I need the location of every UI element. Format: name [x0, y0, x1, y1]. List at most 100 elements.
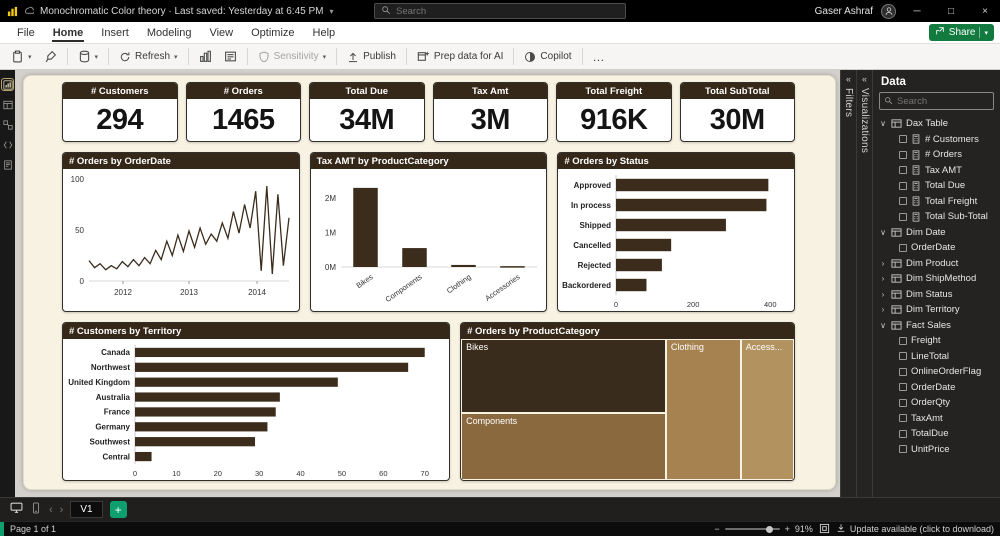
menu-modeling[interactable]: Modeling [138, 22, 201, 43]
table-row[interactable]: ∨ Dim Date [873, 225, 1000, 241]
field-row[interactable]: OrderQty [873, 395, 1000, 411]
previous-page-arrow[interactable]: ‹ [49, 504, 53, 516]
menu-view[interactable]: View [200, 22, 242, 43]
field-row[interactable]: Tax AMT [873, 163, 1000, 179]
share-chevron-icon[interactable]: ▾ [984, 29, 988, 37]
format-painter-button[interactable] [39, 47, 62, 66]
field-row[interactable]: Freight [873, 333, 1000, 349]
table-row[interactable]: › Dim Status [873, 287, 1000, 303]
field-row[interactable]: OnlineOrderFlag [873, 364, 1000, 380]
mobile-layout-icon[interactable] [30, 501, 42, 519]
fields-search-box[interactable] [879, 92, 994, 110]
table-view-icon[interactable] [2, 99, 13, 110]
paste-button[interactable]: ▾ [6, 47, 37, 66]
field-checkbox[interactable] [899, 398, 907, 407]
field-checkbox[interactable] [899, 197, 907, 206]
treemap-tile[interactable]: Components [461, 413, 666, 480]
zoom-in-button[interactable]: + [785, 524, 790, 534]
table-row[interactable]: › Dim Territory [873, 302, 1000, 318]
field-row[interactable]: OrderDate [873, 240, 1000, 256]
field-checkbox[interactable] [899, 352, 907, 361]
table-row[interactable]: ∨ Dax Table [873, 116, 1000, 132]
field-row[interactable]: OrderDate [873, 380, 1000, 396]
field-row[interactable]: LineTotal [873, 349, 1000, 365]
chevron-down-icon[interactable]: ∨ [879, 321, 887, 330]
filters-pane-collapsed[interactable]: « Filters [840, 70, 856, 497]
field-row[interactable]: Total Freight [873, 194, 1000, 210]
visual-orders-by-category-treemap[interactable]: # Orders by ProductCategory Bikes Compone… [460, 322, 795, 481]
publish-button[interactable]: Publish [342, 48, 401, 66]
menu-insert[interactable]: Insert [92, 22, 138, 43]
kpi-card-total-due[interactable]: Total Due 34M [309, 82, 425, 142]
field-checkbox[interactable] [899, 243, 907, 252]
fields-search-input[interactable] [897, 95, 989, 107]
text-box-button[interactable] [219, 47, 242, 66]
share-button[interactable]: Share ▾ [928, 24, 994, 41]
field-row[interactable]: TotalDue [873, 426, 1000, 442]
treemap-tile[interactable]: Access... [740, 339, 794, 480]
field-checkbox[interactable] [899, 414, 907, 423]
page-tab-v1[interactable]: V1 [70, 501, 103, 518]
new-page-button[interactable]: + [109, 501, 127, 518]
zoom-out-button[interactable]: − [714, 524, 719, 534]
kpi-card-orders[interactable]: # Orders 1465 [185, 82, 301, 142]
kpi-card-customers[interactable]: # Customers 294 [62, 82, 178, 142]
menu-file[interactable]: File [8, 22, 44, 43]
title-chevron-icon[interactable]: ▾ [329, 7, 333, 16]
field-row[interactable]: # Customers [873, 132, 1000, 148]
global-search-input[interactable] [396, 5, 619, 17]
dax-query-view-icon[interactable] [2, 139, 13, 150]
chevron-right-icon[interactable]: › [879, 259, 887, 268]
model-view-icon[interactable] [2, 119, 13, 130]
field-row[interactable]: # Orders [873, 147, 1000, 163]
field-row[interactable]: Total Due [873, 178, 1000, 194]
zoom-slider[interactable] [724, 525, 780, 533]
field-checkbox[interactable] [899, 429, 907, 438]
minimize-button[interactable]: ─ [904, 0, 930, 22]
field-row[interactable]: TaxAmt [873, 411, 1000, 427]
table-row[interactable]: › Dim Product [873, 256, 1000, 272]
visualizations-pane-collapsed[interactable]: « Visualizations [856, 70, 872, 497]
table-row[interactable]: ∨ Fact Sales [873, 318, 1000, 334]
visual-customers-by-territory[interactable]: # Customers by Territory Canada Northwest… [62, 322, 451, 481]
visual-orders-by-orderdate[interactable]: # Orders by OrderDate 0 50 100 2012 2013 2014 [62, 152, 300, 312]
next-page-arrow[interactable]: › [60, 504, 64, 516]
copilot-button[interactable]: Copilot [519, 48, 576, 66]
field-checkbox[interactable] [899, 383, 907, 392]
field-checkbox[interactable] [899, 135, 907, 144]
get-data-button[interactable]: ▾ [73, 47, 104, 66]
field-checkbox[interactable] [899, 150, 907, 159]
report-canvas[interactable]: # Customers 294 # Orders 1465 Total Due … [23, 75, 836, 490]
kpi-card-total-freight[interactable]: Total Freight 916K [556, 82, 672, 142]
update-available-link[interactable]: Update available (click to download) [836, 523, 994, 535]
field-row[interactable]: UnitPrice [873, 442, 1000, 458]
report-view-icon[interactable] [1, 78, 14, 91]
prep-data-ai-button[interactable]: Prep data for AI [412, 47, 509, 66]
visual-orders-by-status[interactable]: # Orders by Status Approved In process Shi… [557, 152, 796, 312]
menu-help[interactable]: Help [304, 22, 345, 43]
refresh-button[interactable]: Refresh ▾ [114, 48, 183, 66]
table-row[interactable]: › Dim ShipMethod [873, 271, 1000, 287]
close-button[interactable]: × [972, 0, 998, 22]
chevron-right-icon[interactable]: › [879, 290, 887, 299]
maximize-button[interactable]: □ [938, 0, 964, 22]
field-row[interactable]: Total Sub-Total [873, 209, 1000, 225]
zoom-slider-thumb[interactable] [765, 525, 773, 533]
field-checkbox[interactable] [899, 212, 907, 221]
global-search-box[interactable] [374, 3, 626, 19]
menu-home[interactable]: Home [44, 22, 93, 43]
new-visual-button[interactable] [194, 47, 217, 66]
visual-tax-by-category[interactable]: Tax AMT by ProductCategory 0M 1M 2M Bikes Co… [309, 152, 548, 312]
field-checkbox[interactable] [899, 336, 907, 345]
user-name[interactable]: Gaser Ashraf [815, 6, 873, 17]
user-avatar[interactable] [881, 3, 896, 19]
field-checkbox[interactable] [899, 166, 907, 175]
tmdl-view-icon[interactable] [2, 159, 13, 170]
kpi-card-total-subtotal[interactable]: Total SubTotal 30M [679, 82, 795, 142]
field-checkbox[interactable] [899, 367, 907, 376]
chevron-right-icon[interactable]: › [879, 274, 887, 283]
chevron-down-icon[interactable]: ∨ [879, 228, 887, 237]
treemap-tile[interactable]: Clothing [665, 339, 741, 480]
fit-to-page-icon[interactable] [819, 523, 830, 536]
treemap-tile[interactable]: Bikes [461, 339, 666, 414]
